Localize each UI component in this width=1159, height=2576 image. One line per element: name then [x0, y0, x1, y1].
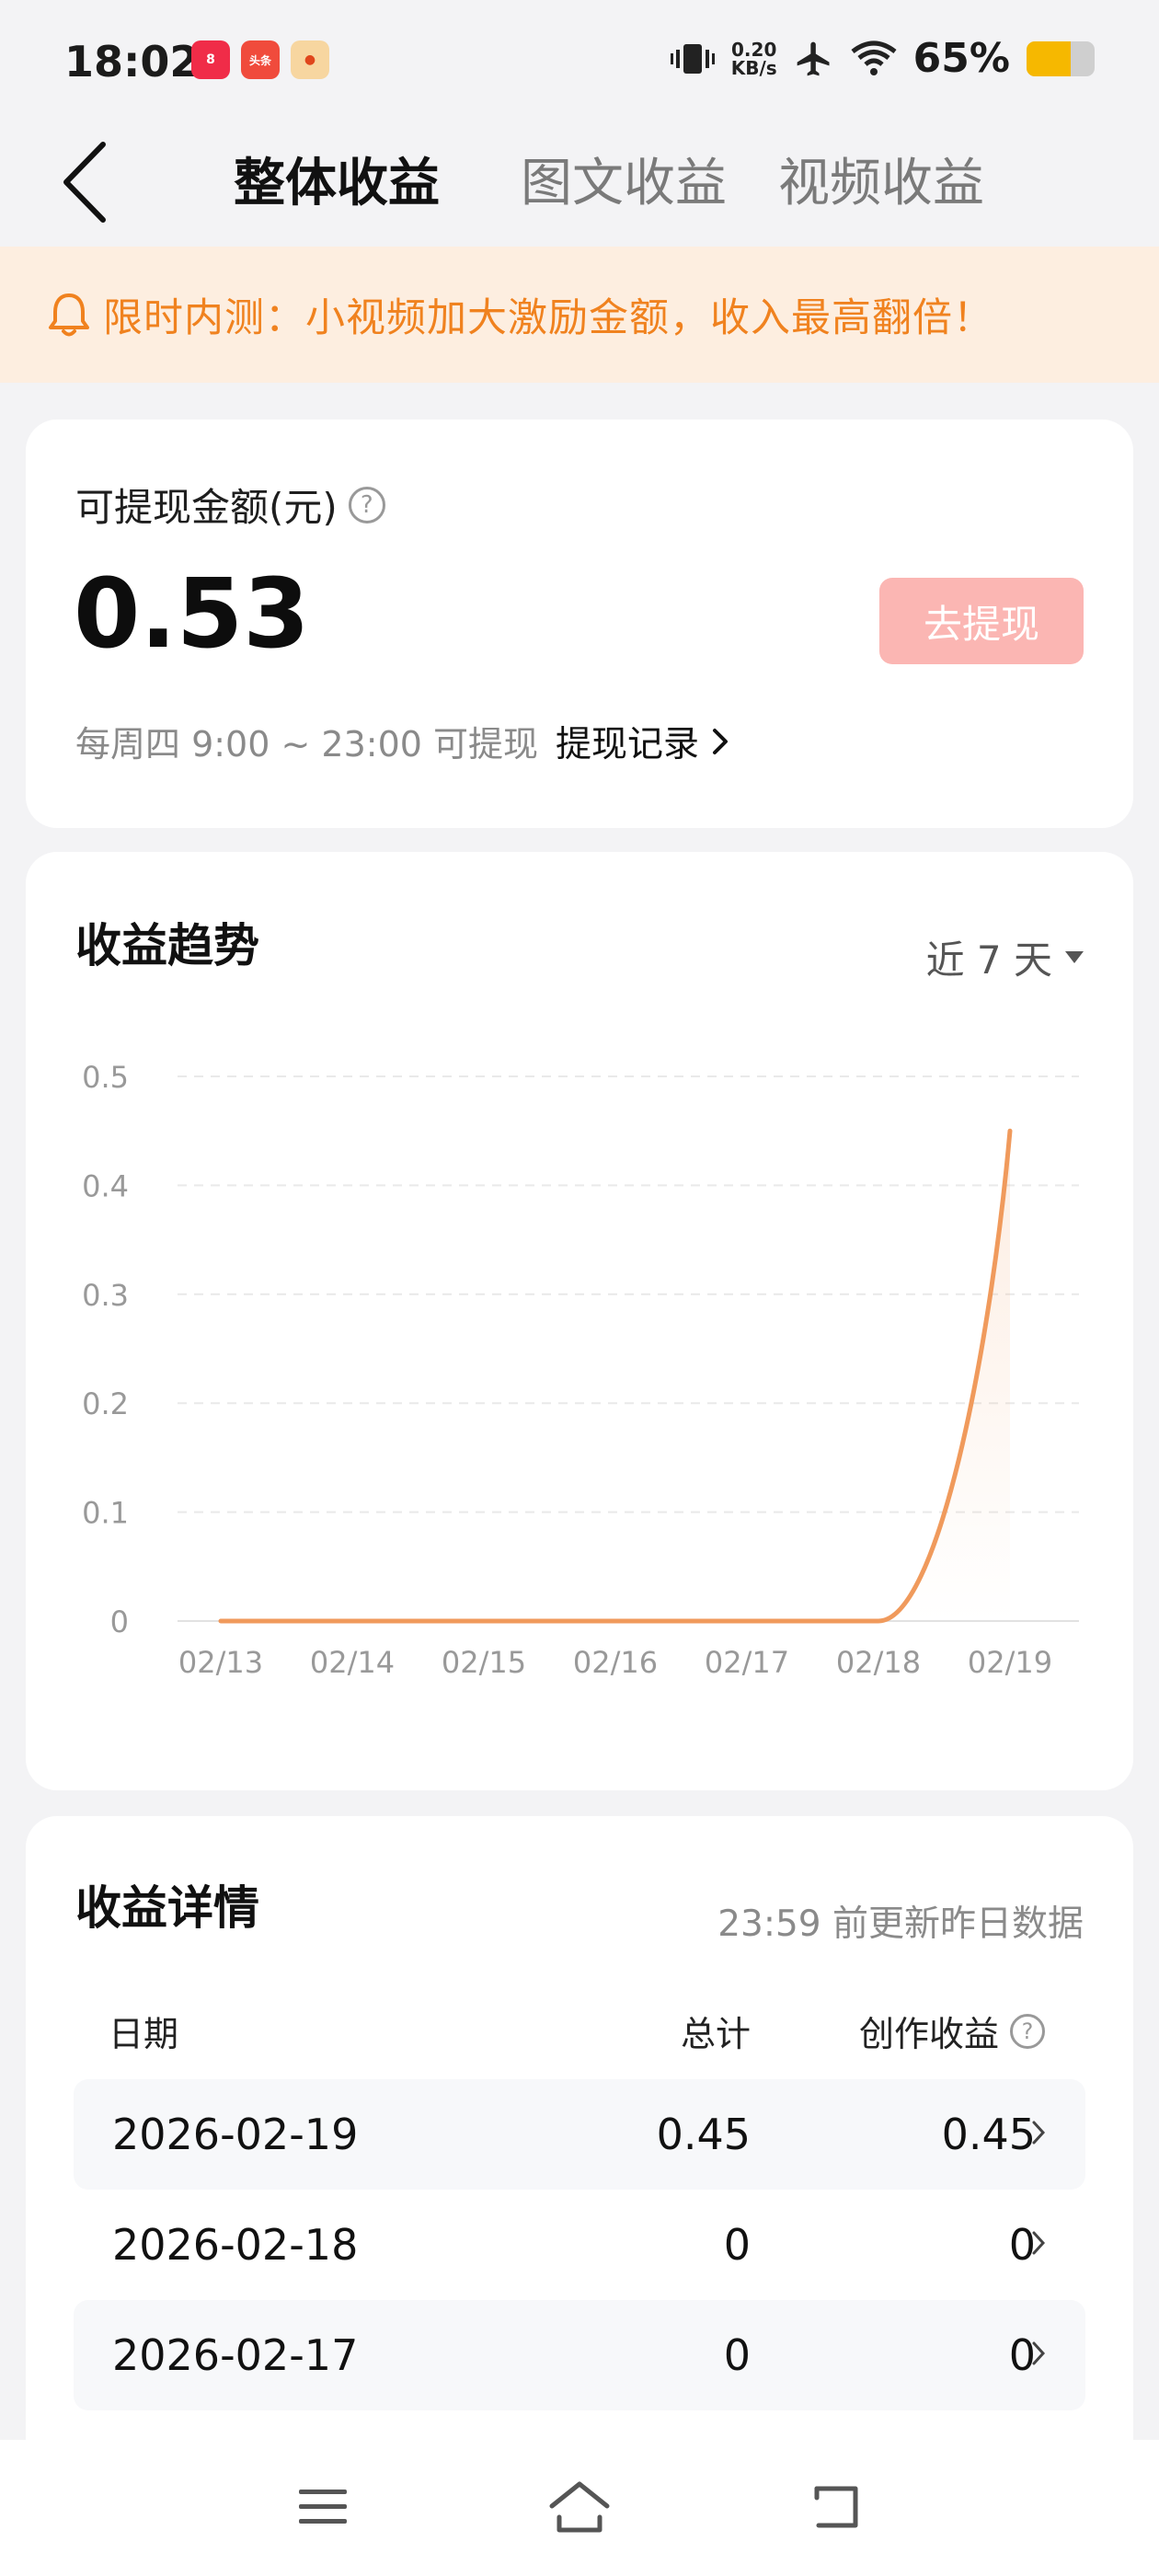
table-row[interactable]: 2026-02-17 0 0 — [74, 2300, 1085, 2410]
x-tick-label: 02/19 — [968, 1645, 1052, 1680]
back-system-button[interactable] — [797, 2466, 879, 2548]
status-bar: 18:02 8 头条 ● 0.20 KB/s 65% — [0, 0, 1159, 120]
details-title: 收益详情 — [75, 1881, 259, 1935]
withdraw-label-row: 可提现金额(元) ? — [75, 477, 385, 533]
status-time: 18:02 — [64, 37, 200, 86]
wifi-icon — [851, 40, 897, 75]
row-creation: 0 — [1008, 2330, 1036, 2380]
x-tick-label: 02/15 — [442, 1645, 526, 1680]
trend-card: 收益趋势 近 7 天 0 0.1 0.2 0.3 0.4 0.5 02/13 02/14 02/… — [26, 852, 1133, 1790]
table-row[interactable]: 2026-02-19 0.45 0.45 — [74, 2079, 1085, 2190]
header-creation-label: 创作收益 — [859, 2014, 1000, 2054]
net-speed-value: 0.20 — [731, 38, 777, 61]
chevron-left-icon — [63, 142, 106, 223]
row-total: 0.45 — [656, 2110, 751, 2159]
x-tick-label: 02/18 — [836, 1645, 921, 1680]
net-speed-unit: KB/s — [730, 56, 777, 79]
header-creation: 创作收益 ? — [859, 2006, 1046, 2056]
chevron-right-icon — [1032, 2121, 1046, 2145]
row-creation: 0.45 — [941, 2110, 1036, 2159]
y-tick-label: 0 — [110, 1604, 129, 1639]
y-tick-label: 0.5 — [82, 1060, 129, 1095]
back-arrow-icon — [814, 2486, 858, 2528]
header-date: 日期 — [109, 2014, 179, 2054]
row-date: 2026-02-18 — [112, 2220, 359, 2270]
top-nav: 整体收益 图文收益 视频收益 — [0, 120, 1159, 247]
tab-overall[interactable]: 整体收益 — [234, 147, 440, 221]
x-tick-label: 02/13 — [178, 1645, 263, 1680]
details-update-note: 23:59 前更新昨日数据 — [717, 1903, 1084, 1945]
app-icon-1: 8 — [191, 40, 230, 79]
row-creation: 0 — [1008, 2220, 1036, 2270]
app-icon-3: ● — [291, 40, 329, 79]
header-total: 总计 — [680, 2014, 751, 2054]
menu-button[interactable] — [281, 2466, 364, 2548]
status-indicators: 0.20 KB/s 65% — [670, 35, 1095, 82]
withdraw-card: 可提现金额(元) ? 0.53 去提现 每周四 9:00 ~ 23:00 可提现… — [26, 420, 1133, 828]
tab-video[interactable]: 视频收益 — [778, 147, 984, 221]
series-line — [218, 1128, 1013, 1624]
vibrate-icon — [670, 43, 715, 74]
y-tick-label: 0.1 — [82, 1496, 129, 1531]
row-total: 0 — [723, 2220, 751, 2270]
bell-icon — [49, 293, 89, 337]
withdraw-record-link[interactable]: 提现记录 — [556, 716, 729, 767]
battery-level — [1027, 40, 1072, 76]
withdraw-label: 可提现金额(元) — [75, 485, 338, 530]
row-date: 2026-02-17 — [112, 2330, 359, 2380]
table-row[interactable]: 2026-02-18 0 0 — [74, 2190, 1085, 2300]
y-tick-label: 0.3 — [82, 1278, 129, 1313]
chevron-right-icon — [713, 729, 729, 754]
creation-help-icon[interactable]: ? — [1010, 2013, 1046, 2049]
battery-percent: 65% — [912, 35, 1010, 82]
tab-article[interactable]: 图文收益 — [521, 147, 727, 221]
airplane-icon — [797, 41, 830, 75]
x-tick-label: 02/17 — [705, 1645, 789, 1680]
trend-chart: 0 0.1 0.2 0.3 0.4 0.5 02/13 02/14 02/15 02/16 02/1… — [82, 1060, 1079, 1680]
withdraw-record-label: 提现记录 — [556, 724, 700, 765]
row-total: 0 — [723, 2330, 751, 2380]
app-icon-2: 头条 — [241, 40, 280, 79]
menu-icon — [299, 2490, 347, 2524]
withdraw-button[interactable]: 去提现 — [879, 578, 1084, 664]
system-nav-bar — [0, 2440, 1159, 2576]
home-button[interactable] — [538, 2466, 621, 2548]
battery-icon — [1027, 40, 1095, 76]
series-area — [221, 1131, 1010, 1621]
chevron-right-icon — [1032, 2231, 1046, 2255]
x-tick-label: 02/16 — [573, 1645, 658, 1680]
x-tick-label: 02/14 — [310, 1645, 395, 1680]
home-icon — [549, 2481, 610, 2533]
withdraw-schedule: 每周四 9:00 ~ 23:00 可提现 — [75, 724, 538, 765]
banner-text: 限时内测：小视频加大激励金额，收入最高翻倍！ — [103, 295, 993, 341]
help-icon[interactable]: ? — [348, 486, 385, 523]
y-tick-label: 0.2 — [82, 1386, 129, 1421]
back-button[interactable] — [48, 142, 121, 223]
promo-banner[interactable]: 限时内测：小视频加大激励金额，收入最高翻倍！ — [0, 247, 1159, 383]
withdraw-amount: 0.53 — [74, 558, 310, 670]
status-app-icons: 8 头条 ● — [191, 40, 329, 79]
chevron-right-icon — [1032, 2341, 1046, 2365]
net-speed: 0.20 KB/s — [731, 40, 777, 77]
y-tick-label: 0.4 — [82, 1168, 129, 1203]
row-date: 2026-02-19 — [112, 2110, 359, 2159]
